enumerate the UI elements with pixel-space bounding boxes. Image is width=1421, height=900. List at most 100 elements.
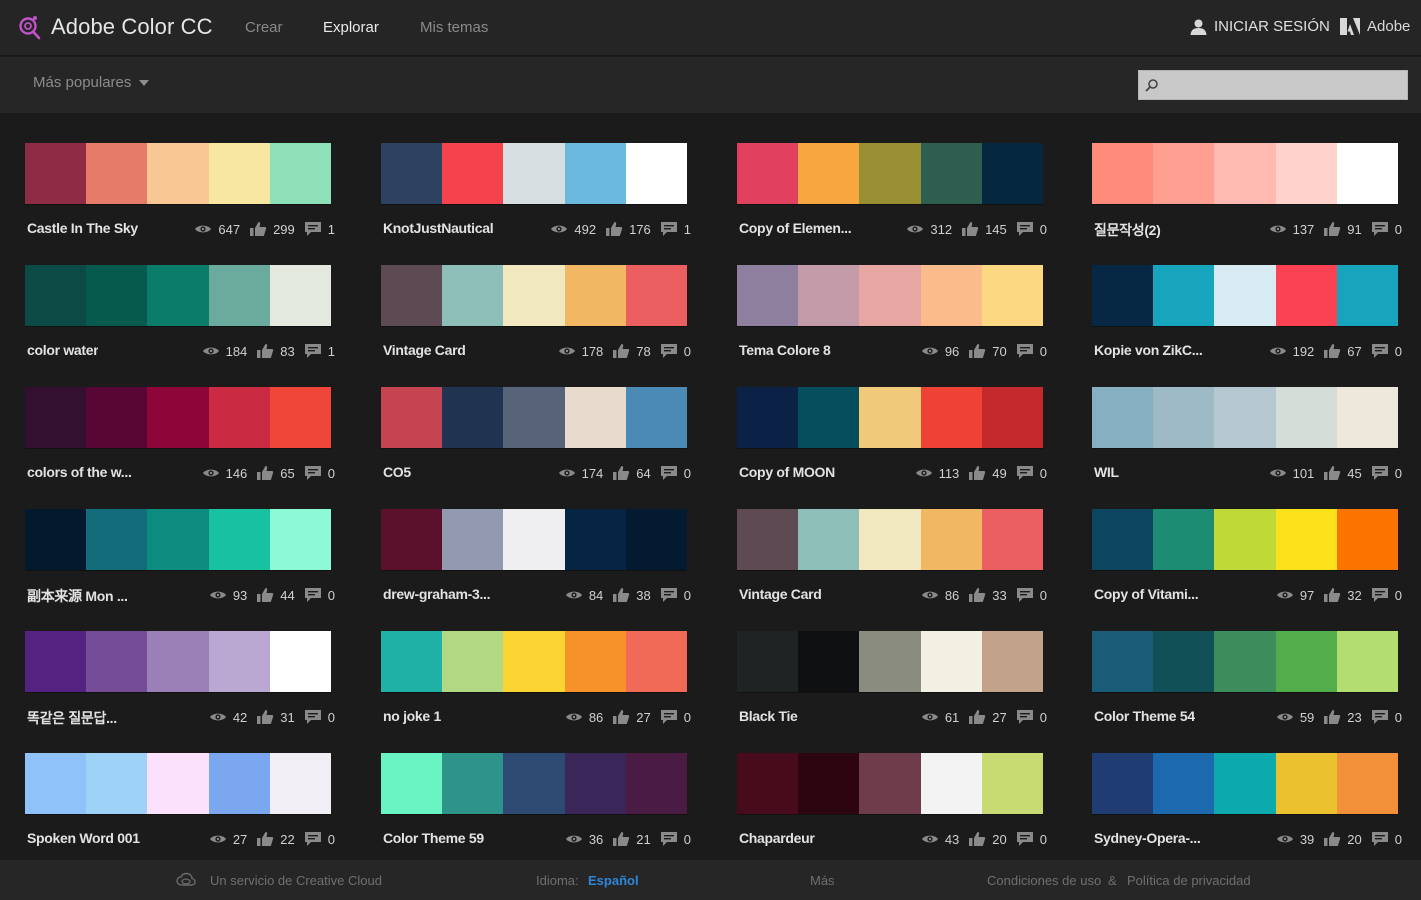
theme-swatches[interactable] [25, 753, 332, 814]
theme-name[interactable]: Castle In The Sky [27, 220, 138, 236]
search-input[interactable] [1163, 73, 1403, 97]
color-swatch [798, 143, 860, 204]
adobe-link[interactable]: Adobe [1340, 18, 1410, 35]
theme-swatches[interactable] [25, 143, 332, 204]
theme-swatches[interactable] [1092, 143, 1399, 204]
theme-name[interactable]: 副本来源 Mon ... [27, 586, 128, 606]
sort-dropdown[interactable]: Más populares [33, 74, 150, 91]
theme-swatches[interactable] [381, 509, 688, 570]
theme-swatches[interactable] [1092, 265, 1399, 326]
theme-swatches[interactable] [25, 265, 332, 326]
theme-name[interactable]: Chapardeur [739, 830, 815, 846]
theme-name[interactable]: Sydney-Opera-... [1094, 830, 1200, 846]
comment-icon [304, 221, 322, 237]
theme-stats: 39 20 0 [1276, 829, 1402, 849]
theme-card[interactable]: Vintage Card 178 78 0 [381, 265, 691, 375]
theme-swatches[interactable] [737, 631, 1044, 692]
app-brand[interactable]: Adobe Color CC [18, 14, 213, 40]
theme-card[interactable]: Copy of MOON 113 49 0 [737, 387, 1047, 497]
nav-explorar[interactable]: Explorar [323, 19, 379, 36]
theme-card[interactable]: Vintage Card 86 33 0 [737, 509, 1047, 619]
theme-name[interactable]: Color Theme 54 [1094, 708, 1195, 724]
theme-name[interactable]: KnotJustNautical [383, 220, 493, 236]
signin-button[interactable]: INICIAR SESIÓN [1190, 18, 1330, 35]
search-box[interactable] [1138, 70, 1408, 100]
theme-swatches[interactable] [1092, 387, 1399, 448]
theme-swatches[interactable] [1092, 631, 1399, 692]
theme-card[interactable]: WIL 101 45 0 [1092, 387, 1402, 497]
theme-card[interactable]: 副本来源 Mon ... 93 44 0 [25, 509, 335, 619]
theme-name[interactable]: Color Theme 59 [383, 830, 484, 846]
theme-name[interactable]: Copy of Elemen... [739, 220, 851, 236]
color-swatch [1153, 509, 1215, 570]
theme-swatches[interactable] [381, 753, 688, 814]
theme-swatches[interactable] [381, 387, 688, 448]
theme-card[interactable]: Copy of Vitami... 97 32 0 [1092, 509, 1402, 619]
theme-swatches[interactable] [381, 143, 688, 204]
theme-swatches[interactable] [381, 631, 688, 692]
theme-name[interactable]: drew-graham-3... [383, 586, 490, 602]
theme-card[interactable]: KnotJustNautical 492 176 1 [381, 143, 691, 253]
theme-swatches[interactable] [737, 509, 1044, 570]
theme-name[interactable]: color water [27, 342, 98, 358]
theme-card[interactable]: 똑같은 질문답... 42 31 0 [25, 631, 335, 741]
nav-crear[interactable]: Crear [245, 19, 283, 36]
views-icon [1276, 831, 1294, 847]
footer-terms-link[interactable]: Condiciones de uso [987, 873, 1101, 888]
color-swatch [1153, 631, 1215, 692]
theme-card[interactable]: 질문작성(2) 137 91 0 [1092, 143, 1402, 253]
theme-card[interactable]: color water 184 83 1 [25, 265, 335, 375]
theme-name[interactable]: 질문작성(2) [1094, 220, 1161, 240]
theme-name[interactable]: Kopie von ZikC... [1094, 342, 1202, 358]
theme-swatches[interactable] [25, 631, 332, 692]
theme-name[interactable]: colors of the w... [27, 464, 132, 480]
theme-card[interactable]: colors of the w... 146 65 0 [25, 387, 335, 497]
theme-card[interactable]: CO5 174 64 0 [381, 387, 691, 497]
theme-swatches[interactable] [737, 265, 1044, 326]
theme-name[interactable]: Black Tie [739, 708, 798, 724]
theme-name[interactable]: CO5 [383, 464, 411, 480]
theme-name[interactable]: 똑같은 질문답... [27, 708, 117, 728]
theme-name[interactable]: WIL [1094, 464, 1119, 480]
theme-name[interactable]: Copy of Vitami... [1094, 586, 1198, 602]
nav-mis-temas[interactable]: Mis temas [420, 19, 488, 36]
theme-name[interactable]: Spoken Word 001 [27, 830, 140, 846]
theme-stats: 42 31 0 [209, 707, 335, 727]
theme-swatches[interactable] [737, 753, 1044, 814]
footer-service[interactable]: Un servicio de Creative Cloud [210, 873, 382, 888]
theme-swatches[interactable] [737, 143, 1044, 204]
theme-swatches[interactable] [1092, 753, 1399, 814]
color-swatch [442, 631, 504, 692]
theme-card[interactable]: Castle In The Sky 647 299 1 [25, 143, 335, 253]
theme-name[interactable]: Copy of MOON [739, 464, 835, 480]
theme-card[interactable]: Spoken Word 001 27 22 0 [25, 753, 335, 863]
theme-card[interactable]: Sydney-Opera-... 39 20 0 [1092, 753, 1402, 863]
theme-swatches[interactable] [25, 509, 332, 570]
theme-swatches[interactable] [25, 387, 332, 448]
views-icon [906, 221, 924, 237]
footer-language-link[interactable]: Español [588, 873, 639, 888]
color-swatch [86, 509, 148, 570]
theme-name[interactable]: Vintage Card [383, 342, 466, 358]
color-swatch [920, 631, 982, 692]
theme-card[interactable]: Kopie von ZikC... 192 67 0 [1092, 265, 1402, 375]
theme-card[interactable]: no joke 1 86 27 0 [381, 631, 691, 741]
theme-card[interactable]: Chapardeur 43 20 0 [737, 753, 1047, 863]
theme-name[interactable]: Vintage Card [739, 586, 822, 602]
theme-name[interactable]: no joke 1 [383, 708, 441, 724]
footer-more-link[interactable]: Más [810, 873, 835, 888]
color-swatch [564, 631, 626, 692]
theme-card[interactable]: drew-graham-3... 84 38 0 [381, 509, 691, 619]
theme-card[interactable]: Black Tie 61 27 0 [737, 631, 1047, 741]
theme-name[interactable]: Tema Colore 8 [739, 342, 831, 358]
views-icon [565, 709, 583, 725]
footer-privacy-link[interactable]: Política de privacidad [1127, 873, 1251, 888]
theme-card[interactable]: Color Theme 54 59 23 0 [1092, 631, 1402, 741]
theme-swatches[interactable] [1092, 509, 1399, 570]
comment-icon [1016, 587, 1034, 603]
theme-swatches[interactable] [737, 387, 1044, 448]
theme-card[interactable]: Tema Colore 8 96 70 0 [737, 265, 1047, 375]
theme-card[interactable]: Copy of Elemen... 312 145 0 [737, 143, 1047, 253]
theme-card[interactable]: Color Theme 59 36 21 0 [381, 753, 691, 863]
theme-swatches[interactable] [381, 265, 688, 326]
